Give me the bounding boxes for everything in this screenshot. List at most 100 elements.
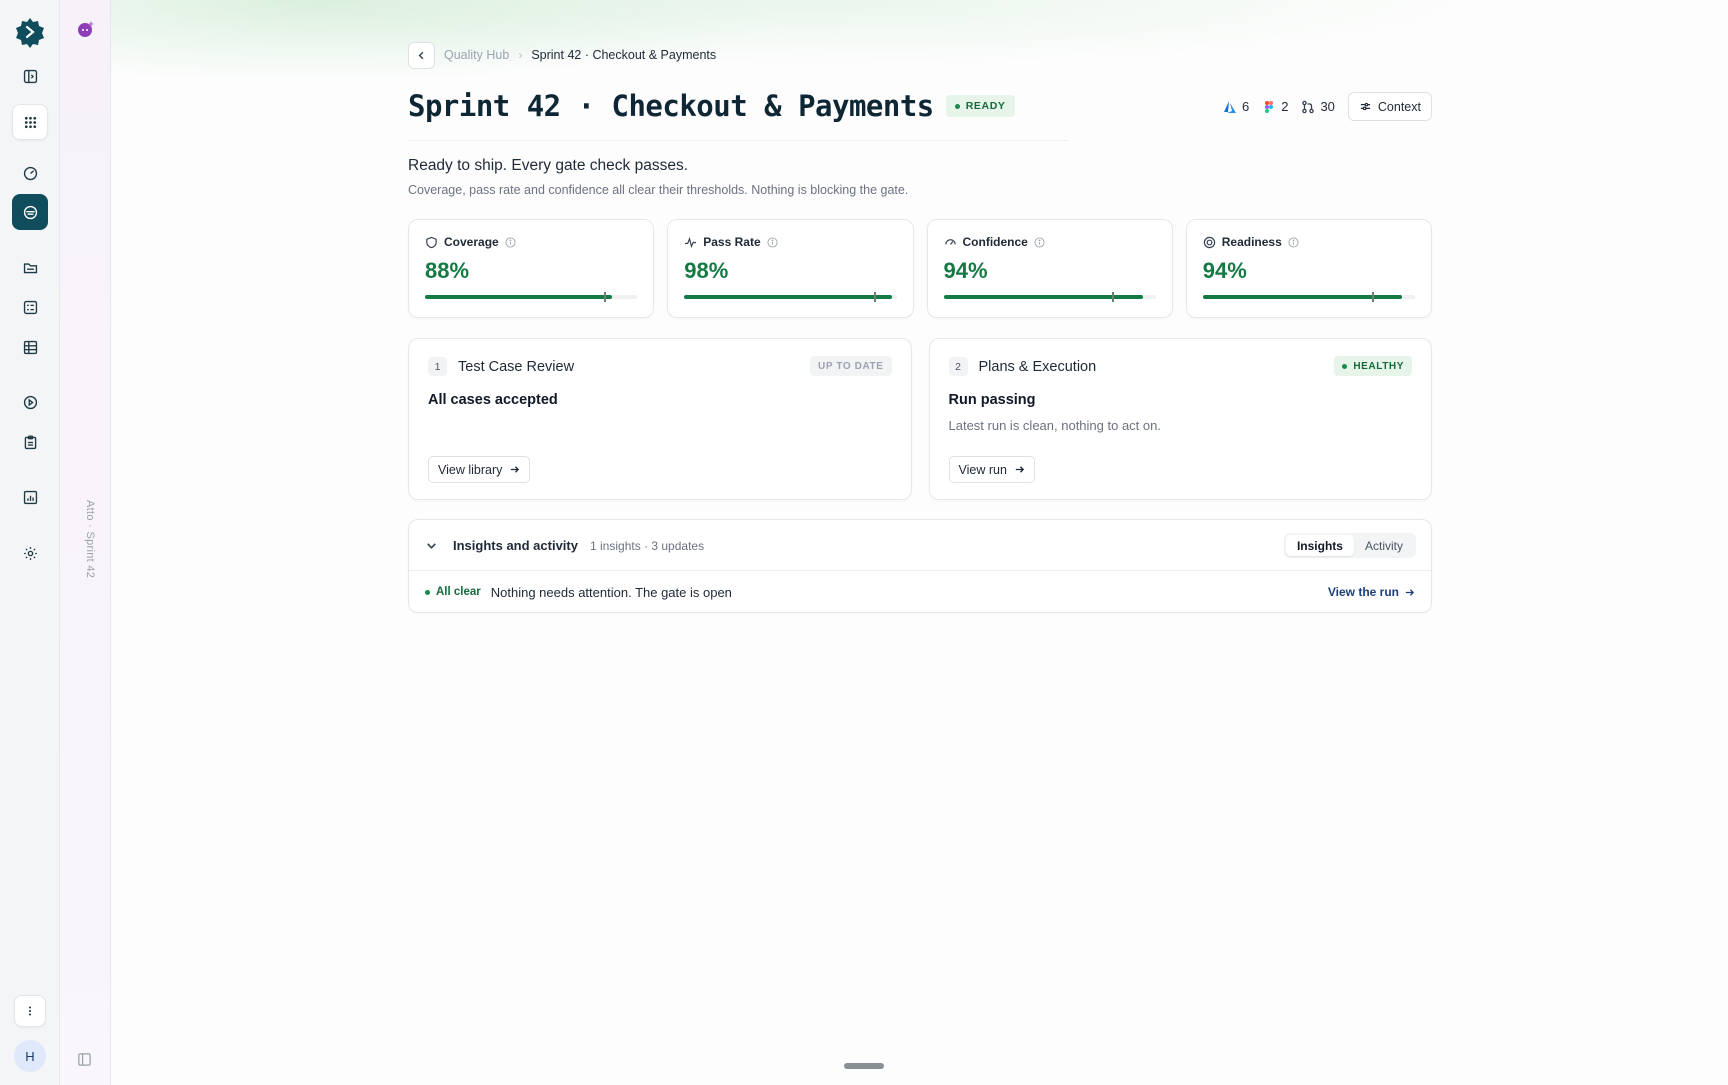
- quality-hub-icon[interactable]: [12, 194, 48, 230]
- app-logo-icon[interactable]: [14, 16, 46, 48]
- insight-message: Nothing needs attention. The gate is ope…: [490, 584, 732, 600]
- metric-threshold-marker: [1112, 292, 1115, 302]
- metric-value: 88%: [425, 258, 470, 283]
- summary-description: Coverage, pass rate and confidence all c…: [408, 183, 909, 197]
- insights-tab-switch: Insights Activity: [1283, 533, 1416, 558]
- play-icon[interactable]: [12, 384, 48, 420]
- metric-threshold-marker: [1371, 292, 1374, 302]
- sidebar-toggle-icon[interactable]: [12, 58, 48, 94]
- status-dot: [1342, 363, 1348, 369]
- insight-status-label: All clear: [436, 586, 481, 598]
- back-button[interactable]: [408, 41, 435, 69]
- apps-grid-icon[interactable]: [12, 104, 48, 140]
- collapse-panel-icon[interactable]: [77, 1052, 92, 1067]
- metric-progress-fill: [425, 295, 612, 299]
- app-root: H Atto · Sprint 42 Quality Hub › Sprint …: [0, 0, 1728, 1085]
- metric-threshold-marker: [874, 292, 877, 302]
- metric-card-pass-rate: Pass Rate 98%: [667, 219, 914, 318]
- chevron-left-icon: [418, 51, 424, 59]
- view-the-run-link[interactable]: View the run: [1328, 585, 1415, 599]
- page-title: Sprint 42 · Checkout & Payments: [408, 89, 934, 123]
- ai-sparkle-icon[interactable]: [76, 19, 96, 39]
- panel-plans-execution: 2 Plans & Execution HEALTHY Run passing …: [928, 338, 1432, 500]
- insights-summary: 1 insights · 3 updates: [590, 539, 705, 553]
- checklist-icon[interactable]: [12, 289, 48, 325]
- metric-card-confidence: Confidence 94%: [926, 219, 1173, 318]
- drag-handle[interactable]: [844, 1063, 884, 1069]
- metric-value: 94%: [943, 258, 988, 283]
- metric-header: Readiness: [1203, 235, 1299, 249]
- target-icon: [1203, 236, 1215, 248]
- metric-cards: Coverage 88% Pass Rate 98% Confidence 94…: [408, 219, 1432, 318]
- header-meta: 6 2 30 Context: [1223, 92, 1432, 121]
- panel-description: Latest run is clean, nothing to act on.: [948, 418, 1161, 433]
- insight-status: All clear: [425, 586, 481, 598]
- tab-insights[interactable]: Insights: [1285, 535, 1354, 556]
- context-button[interactable]: Context: [1347, 92, 1432, 121]
- metric-label: Readiness: [1221, 235, 1282, 249]
- primary-rail: H: [0, 0, 60, 1085]
- title-row: Sprint 42 · Checkout & Payments READY 6: [408, 86, 1432, 126]
- main-content: Quality Hub › Sprint 42 · Checkout & Pay…: [111, 0, 1728, 1085]
- figma-count-value: 2: [1281, 99, 1289, 114]
- info-icon[interactable]: [1288, 236, 1299, 248]
- metric-value: 98%: [684, 258, 729, 283]
- azure-count-value: 6: [1241, 99, 1250, 114]
- metric-value: 94%: [1202, 258, 1247, 283]
- figma-count[interactable]: 2: [1262, 99, 1288, 114]
- arrow-right-icon: [511, 466, 520, 473]
- context-icon: [1360, 102, 1371, 111]
- clipboard-icon[interactable]: [12, 424, 48, 460]
- title-divider: [408, 140, 1068, 141]
- panel-status-badge: UP TO DATE: [810, 356, 892, 376]
- settings-gear-icon[interactable]: [12, 535, 48, 571]
- workflow-panels: 1 Test Case Review UP TO DATE All cases …: [408, 338, 1432, 500]
- dashboard-gauge-icon[interactable]: [12, 155, 48, 191]
- folder-icon[interactable]: [12, 249, 48, 285]
- view-the-run-label: View the run: [1327, 585, 1399, 599]
- status-dot: [954, 103, 960, 109]
- info-icon[interactable]: [767, 236, 778, 248]
- breadcrumb-parent[interactable]: Quality Hub: [444, 48, 509, 62]
- figma-icon: [1265, 100, 1274, 113]
- panel-test-case-review: 1 Test Case Review UP TO DATE All cases …: [408, 338, 912, 500]
- shield-icon: [426, 236, 437, 248]
- metric-threshold-marker: [604, 292, 607, 302]
- insights-activity-panel: Insights and activity 1 insights · 3 upd…: [408, 519, 1432, 613]
- metric-progress-fill: [684, 295, 893, 299]
- report-chart-icon[interactable]: [12, 479, 48, 515]
- info-icon[interactable]: [505, 236, 516, 248]
- panel-title: Plans & Execution: [978, 359, 1097, 375]
- arrow-right-icon: [1015, 466, 1024, 473]
- pull-request-icon: [1302, 100, 1315, 113]
- insight-row: All clear Nothing needs attention. The g…: [409, 571, 1431, 613]
- view-run-button[interactable]: View run: [948, 456, 1035, 483]
- view-library-button[interactable]: View library: [428, 456, 531, 483]
- panel-status-badge: HEALTHY: [1334, 356, 1412, 376]
- insights-header[interactable]: Insights and activity 1 insights · 3 upd…: [409, 520, 1431, 571]
- breadcrumb-separator-icon: ›: [518, 48, 523, 62]
- metric-header: Coverage: [425, 235, 516, 249]
- view-run-label: View run: [958, 462, 1007, 477]
- step-number: 1: [428, 357, 447, 376]
- breadcrumb-current: Sprint 42 · Checkout & Payments: [531, 48, 717, 62]
- table-icon[interactable]: [12, 329, 48, 365]
- chevron-down-icon[interactable]: [425, 539, 438, 552]
- metric-header: Pass Rate: [684, 235, 778, 249]
- summary-headline: Ready to ship. Every gate check passes.: [408, 157, 689, 174]
- pull-request-count-value: 30: [1320, 99, 1335, 114]
- more-vertical-icon[interactable]: [14, 995, 46, 1027]
- azure-count[interactable]: 6: [1223, 99, 1249, 114]
- user-avatar[interactable]: H: [14, 1040, 46, 1072]
- pulse-icon: [685, 236, 697, 248]
- secondary-rail: Atto · Sprint 42: [60, 0, 111, 1085]
- metric-header: Confidence: [944, 235, 1045, 249]
- tab-activity[interactable]: Activity: [1354, 535, 1414, 556]
- metric-progress-track: [1202, 292, 1415, 302]
- metric-label: Coverage: [444, 235, 499, 249]
- metric-progress-track: [943, 292, 1156, 302]
- pull-request-count[interactable]: 30: [1301, 99, 1335, 114]
- metric-label: Confidence: [962, 235, 1028, 249]
- info-icon[interactable]: [1034, 236, 1045, 248]
- azure-icon: [1223, 100, 1236, 113]
